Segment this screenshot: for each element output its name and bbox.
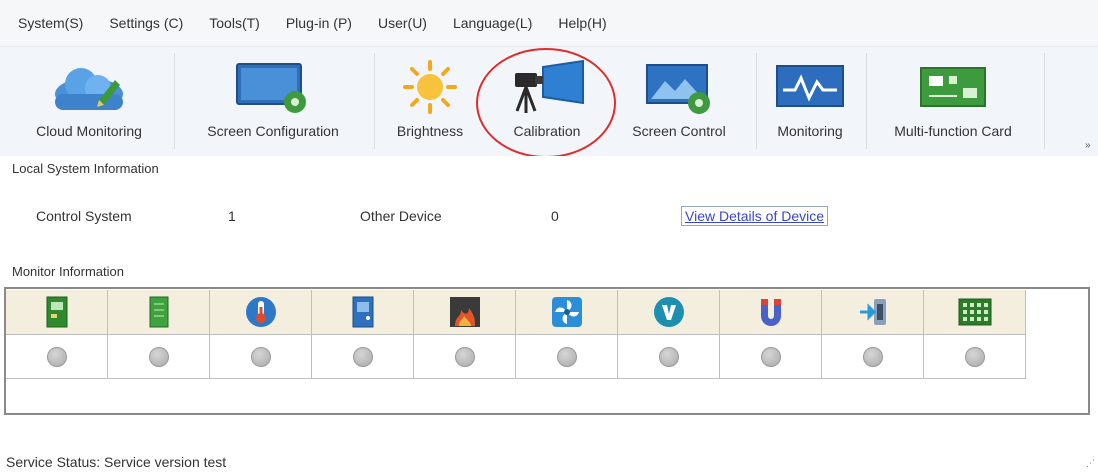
led-module-icon xyxy=(958,298,991,326)
status-indicator xyxy=(352,346,373,367)
monitor-status-cell xyxy=(516,335,618,379)
menu-plugin[interactable]: Plug-in (P) xyxy=(286,15,352,31)
monitor-status-cell xyxy=(618,335,720,379)
monitor-status-cell xyxy=(6,335,108,379)
screen-config-icon xyxy=(235,59,311,115)
fan-icon xyxy=(551,297,582,327)
multi-function-card-button[interactable]: Multi-function Card xyxy=(870,47,1036,157)
brightness-button[interactable]: Brightness xyxy=(380,47,480,157)
status-indicator xyxy=(454,346,475,367)
magnet-icon xyxy=(760,299,781,326)
status-indicator xyxy=(658,346,679,367)
toolbar-label: Multi-function Card xyxy=(894,123,1012,139)
monitor-status-cell xyxy=(720,335,822,379)
module-board-icon xyxy=(149,296,168,328)
cabinet-door-icon xyxy=(352,296,373,328)
screen-control-button[interactable]: Screen Control xyxy=(612,47,746,157)
temperature-icon xyxy=(245,297,276,327)
monitor-grid xyxy=(6,290,1026,379)
monitor-status-cell xyxy=(924,335,1026,379)
screen-configuration-button[interactable]: Screen Configuration xyxy=(180,47,366,157)
menu-system[interactable]: System(S) xyxy=(18,15,83,31)
monitor-column-magnet[interactable] xyxy=(720,290,822,335)
monitor-wave-icon xyxy=(775,59,845,115)
monitor-status-cell xyxy=(822,335,924,379)
service-status-text: Service Status: Service version test xyxy=(6,454,227,470)
toolbar-overflow-button[interactable]: » xyxy=(1085,140,1091,151)
toolbar-divider xyxy=(1044,53,1045,149)
status-indicator xyxy=(556,346,577,367)
power-plug-icon xyxy=(859,299,886,325)
cloud-monitoring-button[interactable]: Cloud Monitoring xyxy=(14,47,164,157)
toolbar-label: Brightness xyxy=(396,123,464,139)
status-indicator xyxy=(250,346,271,367)
toolbar-label: Cloud Monitoring xyxy=(36,123,142,139)
smoke-fire-icon xyxy=(449,297,480,327)
camera-calibration-icon xyxy=(509,59,585,115)
menu-user[interactable]: User(U) xyxy=(378,15,427,31)
view-details-link[interactable]: View Details of Device xyxy=(681,206,829,226)
circuit-card-icon xyxy=(919,59,987,115)
monitor-column-cabinet-door[interactable] xyxy=(312,290,414,335)
monitor-column-led-module[interactable] xyxy=(924,290,1026,335)
control-system-value: 1 xyxy=(228,208,236,224)
local-system-info-panel xyxy=(0,156,1098,261)
toolbar-divider xyxy=(866,53,867,149)
monitor-column-smoke[interactable] xyxy=(414,290,516,335)
menu-tools[interactable]: Tools(T) xyxy=(209,15,260,31)
toolbar-label: Calibration xyxy=(513,123,581,139)
toolbar-label: Screen Control xyxy=(632,123,726,139)
monitor-status-cell xyxy=(414,335,516,379)
toolbar-label: Screen Configuration xyxy=(207,123,339,139)
monitor-column-fan[interactable] xyxy=(516,290,618,335)
menu-bar: System(S) Settings (C) Tools(T) Plug-in … xyxy=(0,0,1098,46)
monitor-status-cell xyxy=(108,335,210,379)
monitor-column-power[interactable] xyxy=(822,290,924,335)
monitor-status-cell xyxy=(312,335,414,379)
toolbar-divider xyxy=(174,53,175,149)
cloud-edit-icon xyxy=(51,59,127,115)
toolbar: Cloud Monitoring Screen Configuration Br… xyxy=(0,46,1098,156)
receiving-card-icon xyxy=(46,296,67,328)
toolbar-label: Monitoring xyxy=(777,123,843,139)
screen-control-icon xyxy=(643,59,715,115)
monitor-column-module[interactable] xyxy=(108,290,210,335)
sun-icon xyxy=(402,59,458,115)
voltage-icon xyxy=(653,297,684,327)
status-indicator xyxy=(964,346,985,367)
monitor-info-title: Monitor Information xyxy=(12,264,130,279)
menu-language[interactable]: Language(L) xyxy=(453,15,532,31)
calibration-button[interactable]: Calibration xyxy=(492,47,602,157)
local-system-info-title: Local System Information xyxy=(12,161,165,176)
resize-grip-icon[interactable]: ⋰ xyxy=(1086,458,1095,469)
menu-settings[interactable]: Settings (C) xyxy=(109,15,183,31)
monitor-column-temperature[interactable] xyxy=(210,290,312,335)
control-system-label: Control System xyxy=(36,208,132,224)
monitor-column-voltage[interactable] xyxy=(618,290,720,335)
monitor-column-receiving-card[interactable] xyxy=(6,290,108,335)
status-indicator xyxy=(862,346,883,367)
toolbar-divider xyxy=(756,53,757,149)
menu-help[interactable]: Help(H) xyxy=(558,15,606,31)
status-indicator xyxy=(760,346,781,367)
other-device-value: 0 xyxy=(551,208,559,224)
monitoring-button[interactable]: Monitoring xyxy=(760,47,860,157)
toolbar-divider xyxy=(374,53,375,149)
monitor-status-cell xyxy=(210,335,312,379)
status-indicator xyxy=(148,346,169,367)
status-indicator xyxy=(46,346,67,367)
other-device-label: Other Device xyxy=(360,208,442,224)
